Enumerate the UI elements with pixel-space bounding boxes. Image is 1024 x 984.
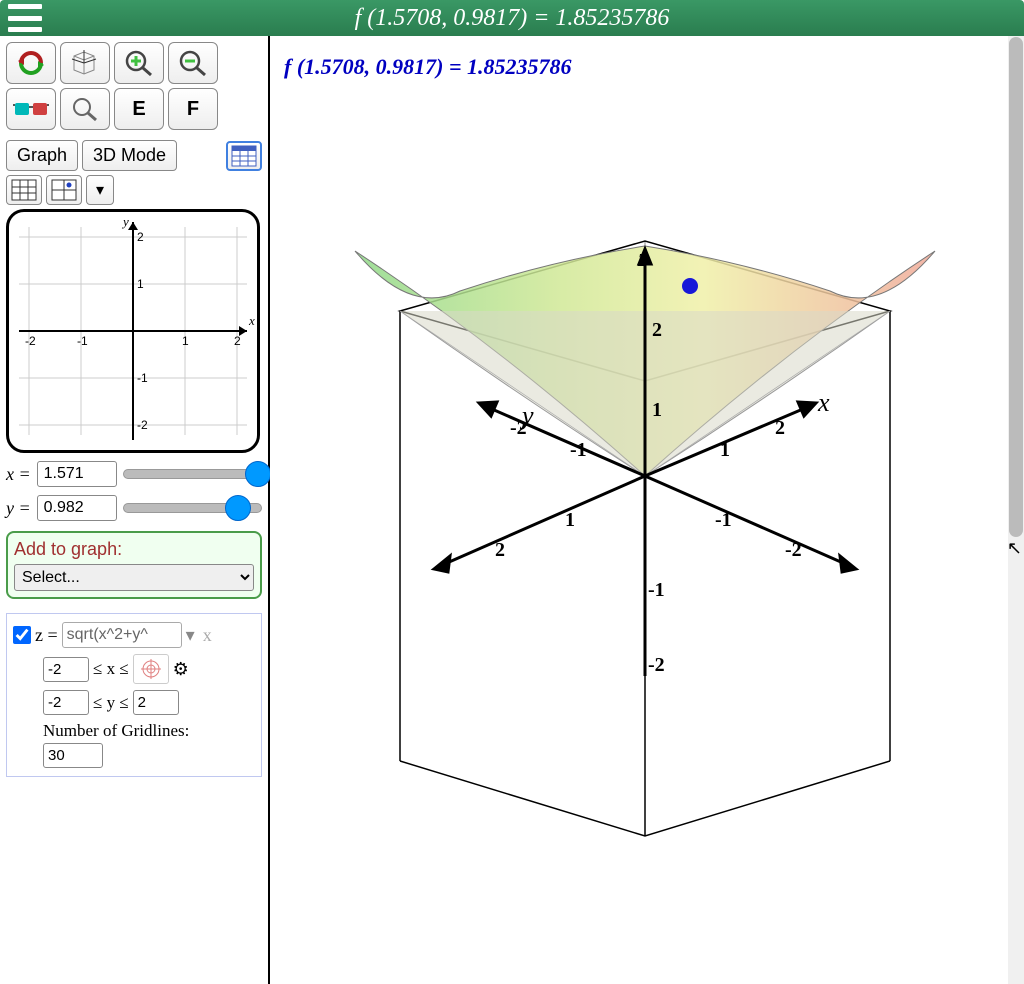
3d-plot-area[interactable]: f (1.5708, 0.9817) = 1.85235786 bbox=[270, 36, 1024, 984]
e-button[interactable]: E bbox=[114, 88, 164, 130]
scrollbar-thumb[interactable] bbox=[1009, 37, 1023, 537]
svg-text:2: 2 bbox=[137, 230, 144, 244]
settings-button[interactable]: ⚙ bbox=[173, 659, 189, 680]
x-label: x = bbox=[6, 464, 31, 485]
svg-text:2: 2 bbox=[775, 417, 785, 439]
range-preview-icon[interactable] bbox=[133, 654, 169, 684]
chevron-down-icon: ▾ bbox=[96, 180, 104, 200]
menu-icon[interactable] bbox=[8, 4, 42, 32]
svg-text:-2: -2 bbox=[137, 418, 148, 432]
svg-text:1: 1 bbox=[137, 277, 144, 291]
y-slider[interactable] bbox=[123, 503, 262, 513]
svg-text:-1: -1 bbox=[648, 579, 665, 601]
mini-2d-plot[interactable]: x y -2 -1 1 2 2 1 -1 -2 bbox=[6, 209, 260, 453]
svg-text:-1: -1 bbox=[137, 371, 148, 385]
x-min-input[interactable] bbox=[43, 657, 89, 682]
zoom-in-button[interactable] bbox=[114, 42, 164, 84]
plot-title: f (1.5708, 0.9817) = 1.85235786 bbox=[284, 54, 572, 80]
svg-text:-1: -1 bbox=[570, 439, 587, 461]
grid-button[interactable] bbox=[6, 175, 42, 205]
point-grid-icon bbox=[51, 179, 77, 201]
zoom-out-button[interactable] bbox=[168, 42, 218, 84]
add-to-graph-label: Add to graph: bbox=[14, 539, 254, 560]
equation-checkbox[interactable] bbox=[13, 626, 31, 644]
point-grid-button[interactable] bbox=[46, 175, 82, 205]
table-icon-button[interactable] bbox=[226, 141, 262, 171]
graph-button[interactable]: Graph bbox=[6, 140, 78, 171]
svg-text:1: 1 bbox=[652, 399, 662, 421]
glasses-icon bbox=[13, 99, 49, 119]
svg-text:1: 1 bbox=[565, 509, 575, 531]
header-title: f (1.5708, 0.9817) = 1.85235786 bbox=[0, 5, 1024, 32]
svg-text:-2: -2 bbox=[25, 334, 36, 348]
cube-axes-icon bbox=[68, 48, 102, 78]
table-icon bbox=[231, 145, 257, 167]
gear-icon: ⚙ bbox=[173, 659, 189, 679]
refresh-icon bbox=[15, 49, 47, 77]
x-input[interactable] bbox=[37, 461, 117, 487]
axes-button[interactable] bbox=[60, 42, 110, 84]
svg-text:-2: -2 bbox=[648, 654, 665, 676]
evaluated-point bbox=[682, 278, 698, 294]
svg-text:-1: -1 bbox=[77, 334, 88, 348]
x-slider[interactable] bbox=[123, 469, 262, 479]
3d-glasses-button[interactable] bbox=[6, 88, 56, 130]
add-to-graph-select[interactable]: Select... bbox=[14, 564, 254, 591]
svg-text:1: 1 bbox=[720, 439, 730, 461]
svg-text:x: x bbox=[248, 313, 255, 328]
zoom-in-icon bbox=[123, 48, 155, 78]
add-to-graph-panel: Add to graph: Select... bbox=[6, 531, 262, 599]
equation-panel: z = ▾ x ≤ x ≤ ⚙ ≤ y ≤ Number of Gr bbox=[6, 613, 262, 777]
svg-text:x: x bbox=[817, 388, 830, 417]
equation-input[interactable] bbox=[62, 622, 182, 648]
dropdown-button[interactable]: ▾ bbox=[86, 175, 114, 205]
3d-plot-svg: z x y 2 1 -1 -2 -1 -2 1 2 1 2 -1 -2 bbox=[270, 36, 1010, 936]
zoom-out-icon bbox=[177, 48, 209, 78]
svg-text:-1: -1 bbox=[715, 509, 732, 531]
gridlines-label: Number of Gridlines: bbox=[43, 721, 255, 741]
vertical-scrollbar[interactable] bbox=[1008, 36, 1024, 984]
3d-mode-button[interactable]: 3D Mode bbox=[82, 140, 177, 171]
y-input[interactable] bbox=[37, 495, 117, 521]
y-max-input[interactable] bbox=[133, 690, 179, 715]
svg-text:y: y bbox=[121, 214, 129, 229]
grid-icon bbox=[11, 179, 37, 201]
svg-text:1: 1 bbox=[182, 334, 189, 348]
svg-text:2: 2 bbox=[234, 334, 241, 348]
y-range-label: ≤ y ≤ bbox=[93, 693, 129, 713]
sidebar: E F Graph 3D Mode bbox=[0, 36, 270, 984]
svg-text:-2: -2 bbox=[785, 539, 802, 561]
x-range-label: ≤ x ≤ bbox=[93, 659, 129, 679]
remove-equation-button[interactable]: x bbox=[203, 625, 212, 646]
magnifier-icon bbox=[71, 96, 99, 122]
equation-dropdown-icon[interactable]: ▾ bbox=[186, 625, 195, 646]
svg-text:2: 2 bbox=[652, 319, 662, 341]
reset-button[interactable] bbox=[6, 42, 56, 84]
gridlines-input[interactable] bbox=[43, 743, 103, 768]
equation-lhs: z = bbox=[35, 625, 58, 646]
svg-text:z: z bbox=[637, 243, 648, 272]
top-bar: f (1.5708, 0.9817) = 1.85235786 bbox=[0, 0, 1024, 36]
svg-text:2: 2 bbox=[495, 539, 505, 561]
y-min-input[interactable] bbox=[43, 690, 89, 715]
y-label: y = bbox=[6, 498, 31, 519]
svg-text:-2: -2 bbox=[510, 417, 527, 439]
f-button[interactable]: F bbox=[168, 88, 218, 130]
inspect-button[interactable] bbox=[60, 88, 110, 130]
